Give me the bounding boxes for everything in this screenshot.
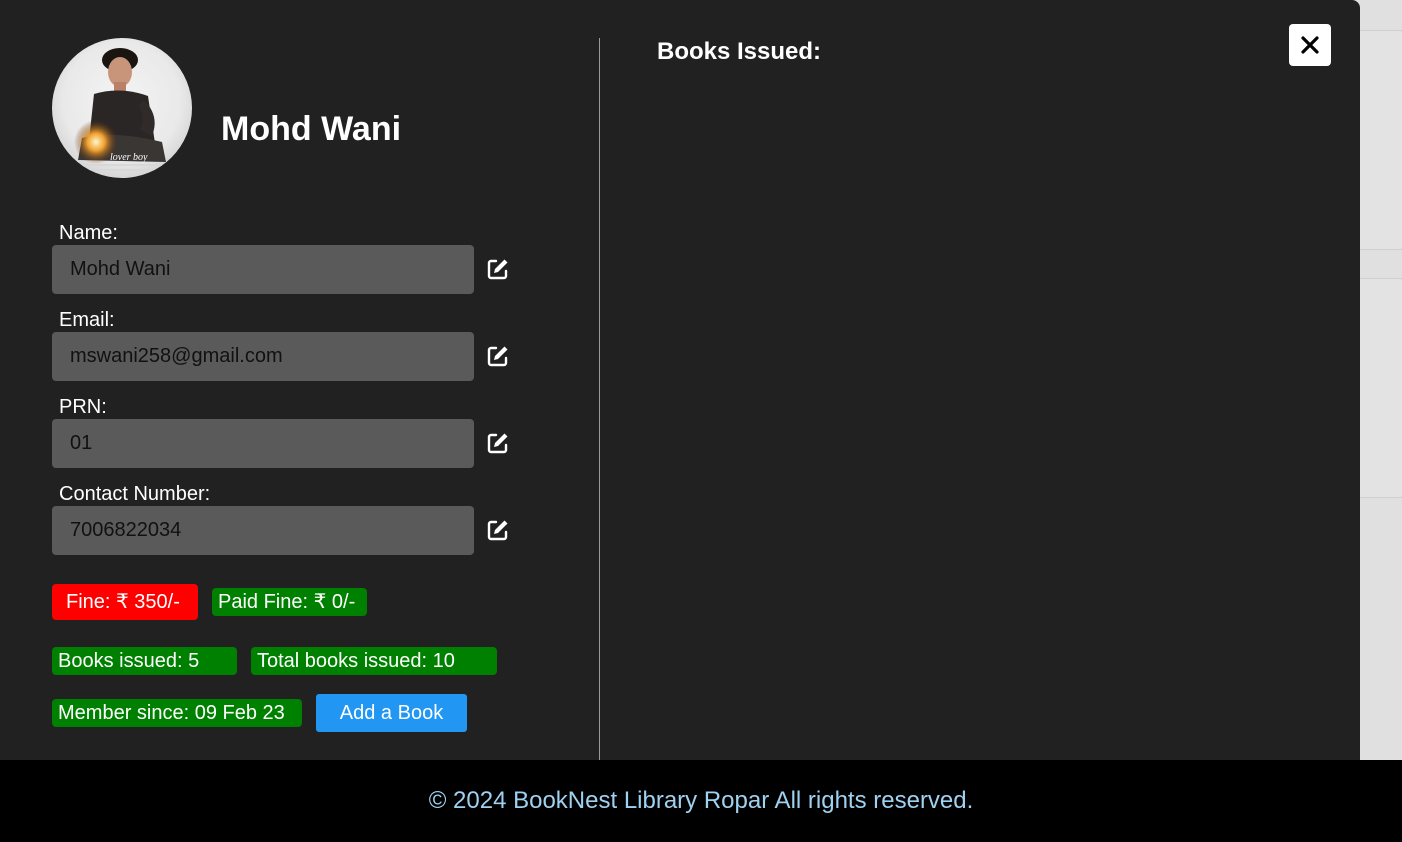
name-field[interactable] — [52, 245, 474, 294]
add-book-button[interactable]: Add a Book — [316, 694, 467, 732]
books-issued-badge: Books issued: 5 — [52, 647, 237, 675]
total-books-issued-badge: Total books issued: 10 — [251, 647, 497, 675]
paid-fine-badge: Paid Fine: ₹ 0/- — [212, 588, 367, 616]
footer: © 2024 BookNest Library Ropar All rights… — [0, 760, 1402, 842]
close-button[interactable] — [1289, 24, 1331, 66]
avatar: lover boy — [52, 38, 192, 178]
divider — [599, 38, 600, 760]
fine-badge: Fine: ₹ 350/- — [52, 584, 198, 620]
footer-text: © 2024 BookNest Library Ropar All rights… — [428, 787, 974, 814]
contact-label: Contact Number: — [59, 483, 211, 505]
prn-field[interactable] — [52, 419, 474, 468]
profile-modal: lover boy Mohd Wani Name: Email: PRN: Co… — [0, 0, 1360, 760]
member-since-badge: Member since: 09 Feb 23 — [52, 699, 302, 727]
email-field[interactable] — [52, 332, 474, 381]
edit-email-icon[interactable] — [486, 344, 510, 368]
email-label: Email: — [59, 309, 115, 331]
profile-name: Mohd Wani — [221, 110, 402, 148]
name-label: Name: — [59, 222, 118, 244]
books-issued-title: Books Issued: — [657, 38, 822, 65]
edit-name-icon[interactable] — [486, 257, 510, 281]
prn-label: PRN: — [59, 396, 107, 418]
contact-field[interactable] — [52, 506, 474, 555]
edit-contact-icon[interactable] — [486, 518, 510, 542]
edit-prn-icon[interactable] — [486, 431, 510, 455]
close-icon — [1301, 36, 1319, 54]
avatar-caption: lover boy — [110, 152, 148, 163]
